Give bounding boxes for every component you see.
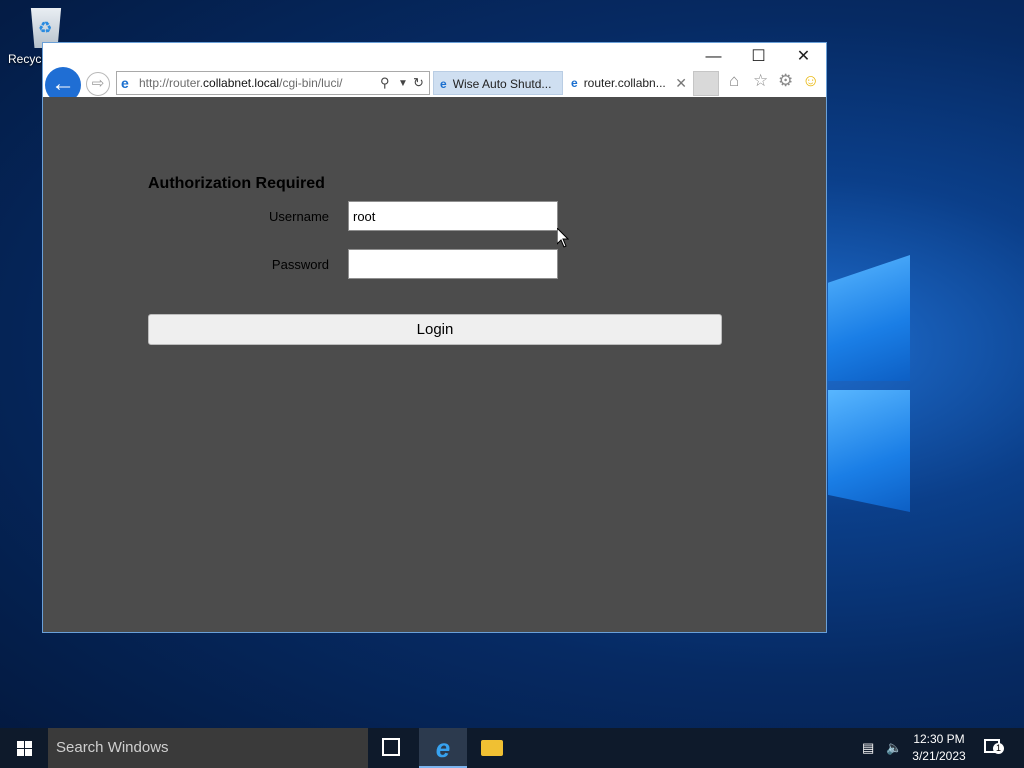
start-button[interactable] bbox=[0, 728, 48, 768]
dropdown-icon[interactable]: ▼ bbox=[398, 78, 408, 89]
action-center-icon[interactable]: 1 bbox=[984, 739, 1004, 754]
address-url: http://router.collabnet.local/cgi-bin/lu… bbox=[139, 76, 343, 90]
internet-explorer-taskbar-icon[interactable]: e bbox=[419, 728, 467, 768]
smiley-feedback-icon[interactable]: ☺ bbox=[802, 71, 819, 91]
home-icon[interactable]: ⌂ bbox=[729, 71, 739, 91]
clock-time: 12:30 PM bbox=[913, 732, 965, 746]
task-view-icon[interactable] bbox=[382, 738, 400, 756]
browser-window: — ☐ ✕ ← ⇨ e http://router.collabnet.loca… bbox=[42, 42, 827, 633]
page-title: Authorization Required bbox=[148, 175, 325, 192]
forward-button[interactable]: ⇨ bbox=[86, 72, 110, 96]
tab-label: router.collabn... bbox=[583, 76, 666, 90]
close-tab-icon[interactable]: ✕ bbox=[675, 71, 687, 95]
volume-muted-icon[interactable]: 🔈 bbox=[886, 740, 902, 756]
tab-label: Wise Auto Shutd... bbox=[452, 77, 552, 91]
settings-gear-icon[interactable]: ⚙ bbox=[778, 71, 793, 91]
username-label: Username bbox=[269, 209, 329, 224]
clock[interactable]: 12:30 PM 3/21/2023 bbox=[905, 731, 973, 765]
clock-date: 3/21/2023 bbox=[912, 749, 966, 763]
username-input[interactable] bbox=[348, 201, 558, 231]
mouse-cursor-icon bbox=[557, 228, 569, 248]
tab-router[interactable]: e router.collabn... ✕ bbox=[565, 71, 691, 95]
password-input[interactable] bbox=[348, 249, 558, 279]
password-label: Password bbox=[271, 257, 329, 272]
notification-count-badge: 1 bbox=[993, 743, 1004, 754]
search-icon[interactable]: ⚲ bbox=[380, 75, 390, 91]
ie-tab-icon: e bbox=[440, 77, 447, 91]
refresh-icon[interactable]: ↻ bbox=[413, 75, 424, 91]
windows-logo-bottom-pane bbox=[828, 390, 910, 512]
tab-wise-auto-shutdown[interactable]: e Wise Auto Shutd... bbox=[433, 71, 563, 95]
search-box[interactable]: Search Windows bbox=[48, 728, 368, 768]
taskbar: Search Windows e ▤ 🔈 12:30 PM 3/21/2023 … bbox=[0, 728, 1024, 768]
ie-tab-icon: e bbox=[571, 76, 578, 90]
back-arrow-icon: ← bbox=[51, 70, 75, 97]
address-bar[interactable]: e http://router.collabnet.local/cgi-bin/… bbox=[116, 71, 430, 95]
page-content: Authorization Required Username Password… bbox=[43, 97, 826, 632]
favorites-star-icon[interactable]: ☆ bbox=[753, 71, 768, 91]
file-explorer-taskbar-icon[interactable] bbox=[468, 728, 516, 768]
windows-logo-top-pane bbox=[828, 255, 910, 381]
forward-arrow-icon: ⇨ bbox=[91, 75, 105, 92]
new-tab-button[interactable] bbox=[693, 71, 719, 96]
ie-page-icon: e bbox=[121, 75, 129, 91]
network-icon[interactable]: ▤ bbox=[862, 740, 874, 756]
search-placeholder: Search Windows bbox=[56, 739, 169, 756]
login-button[interactable]: Login bbox=[148, 314, 722, 345]
